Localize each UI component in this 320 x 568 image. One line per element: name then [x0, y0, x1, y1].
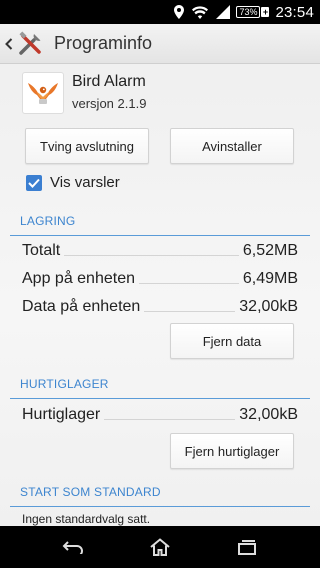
navigation-bar	[0, 526, 320, 568]
row-value: 32,00kB	[239, 298, 298, 315]
row-divider	[64, 255, 239, 256]
row-label: Hurtiglager	[22, 406, 101, 423]
storage-row-app: App på enheten 6,49MB	[22, 264, 298, 288]
charging-icon: +	[261, 7, 270, 17]
show-notifications-label: Vis varsler	[50, 174, 120, 191]
row-divider	[139, 283, 239, 284]
back-icon[interactable]	[53, 526, 93, 568]
chevron-left-icon[interactable]	[2, 24, 16, 64]
app-header: Bird Alarm versjon 2.1.9	[22, 72, 146, 114]
row-divider	[104, 419, 236, 420]
page-title: Programinfo	[54, 33, 153, 53]
launch-default-section-header: START SOM STANDARD	[10, 485, 310, 507]
app-version: versjon 2.1.9	[72, 96, 147, 111]
signal-icon	[216, 5, 231, 19]
bird-app-icon	[22, 72, 64, 114]
clock: 23:54	[275, 3, 314, 21]
storage-section-header: LAGRING	[10, 214, 310, 236]
cache-section-header: HURTIGLAGER	[10, 377, 310, 399]
uninstall-button[interactable]: Avinstaller	[170, 128, 294, 164]
row-label: Totalt	[22, 242, 61, 259]
show-notifications-checkbox[interactable]	[26, 174, 42, 191]
cache-row: Hurtiglager 32,00kB	[22, 400, 298, 424]
app-info-content[interactable]: Bird Alarm versjon 2.1.9 Tving avslutnin…	[0, 64, 320, 526]
app-name: Bird Alarm	[72, 73, 146, 90]
battery-indicator: 73% +	[236, 6, 270, 18]
force-stop-button[interactable]: Tving avslutning	[25, 128, 149, 164]
row-value: 6,49MB	[242, 270, 298, 287]
storage-row-data: Data på enheten 32,00kB	[22, 292, 298, 316]
action-bar: Programinfo	[0, 24, 320, 64]
tools-icon[interactable]	[16, 29, 46, 59]
status-bar: 73% + 23:54	[0, 0, 320, 24]
battery-level: 73%	[236, 6, 261, 18]
home-icon[interactable]	[140, 526, 180, 568]
row-label: App på enheten	[22, 270, 135, 287]
row-value: 6,52MB	[242, 242, 298, 259]
show-notifications-row[interactable]: Vis varsler	[26, 174, 120, 191]
wifi-icon	[192, 5, 209, 19]
row-label: Data på enheten	[22, 298, 141, 315]
recents-icon[interactable]	[227, 526, 267, 568]
location-icon	[174, 5, 185, 19]
storage-row-total: Totalt 6,52MB	[22, 236, 298, 260]
row-divider	[144, 311, 236, 312]
row-value: 32,00kB	[239, 406, 298, 423]
clear-data-button[interactable]: Fjern data	[170, 323, 294, 359]
clear-cache-button[interactable]: Fjern hurtiglager	[170, 433, 294, 469]
launch-default-text: Ingen standardvalg satt.	[22, 512, 151, 526]
